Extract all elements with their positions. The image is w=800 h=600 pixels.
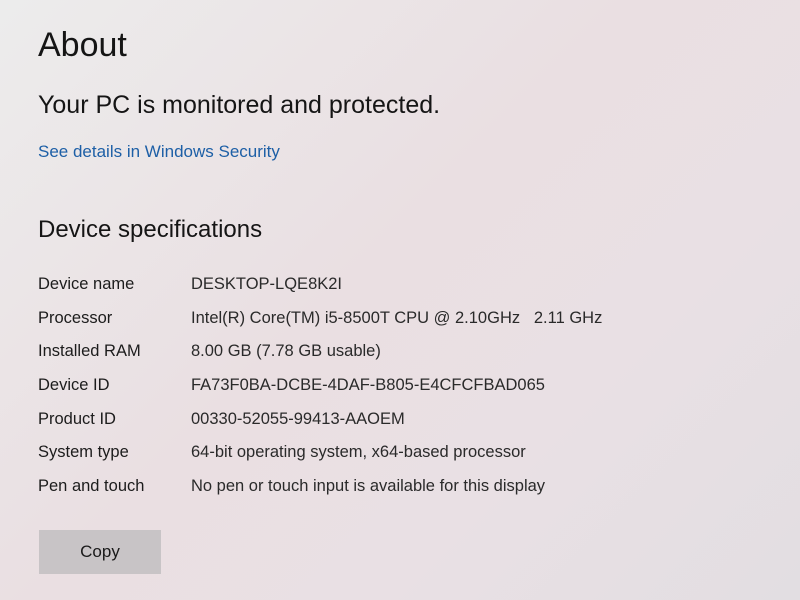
spec-label: Device ID (38, 376, 110, 395)
windows-security-link[interactable]: See details in Windows Security (38, 142, 280, 162)
spec-value: 64-bit operating system, x64-based proce… (191, 443, 526, 462)
copy-button[interactable]: Copy (39, 530, 161, 574)
spec-row-device-name: Device name DESKTOP-LQE8K2I (38, 268, 602, 302)
page-title: About (38, 26, 127, 64)
spec-row-installed-ram: Installed RAM 8.00 GB (7.78 GB usable) (38, 335, 602, 369)
spec-label: Processor (38, 308, 113, 327)
spec-value: 8.00 GB (7.78 GB usable) (191, 342, 381, 361)
spec-value: Intel(R) Core(TM) i5-8500T CPU @ 2.10GHz… (191, 308, 603, 327)
spec-row-system-type: System type 64-bit operating system, x64… (38, 436, 602, 470)
spec-value: 00330-52055-99413-AAOEM (191, 409, 405, 428)
spec-row-device-id: Device ID FA73F0BA-DCBE-4DAF-B805-E4CFCF… (38, 369, 602, 403)
spec-label: Pen and touch (38, 476, 145, 495)
spec-value: No pen or touch input is available for t… (191, 476, 546, 495)
device-specifications-table: Device name DESKTOP-LQE8K2I Processor In… (38, 268, 602, 503)
spec-row-pen-and-touch: Pen and touch No pen or touch input is a… (38, 470, 602, 504)
spec-label: Device name (38, 275, 135, 294)
about-page: About Your PC is monitored and protected… (38, 22, 778, 503)
spec-value: FA73F0BA-DCBE-4DAF-B805-E4CFCFBAD065 (191, 376, 545, 395)
spec-label: System type (38, 443, 129, 462)
spec-value: DESKTOP-LQE8K2I (191, 275, 343, 294)
spec-row-product-id: Product ID 00330-52055-99413-AAOEM (38, 402, 602, 436)
device-specifications-heading: Device specifications (38, 216, 263, 243)
spec-row-processor: Processor Intel(R) Core(TM) i5-8500T CPU… (38, 302, 602, 336)
spec-label: Installed RAM (38, 342, 141, 361)
spec-label: Product ID (38, 409, 116, 428)
security-status-text: Your PC is monitored and protected. (38, 91, 441, 119)
